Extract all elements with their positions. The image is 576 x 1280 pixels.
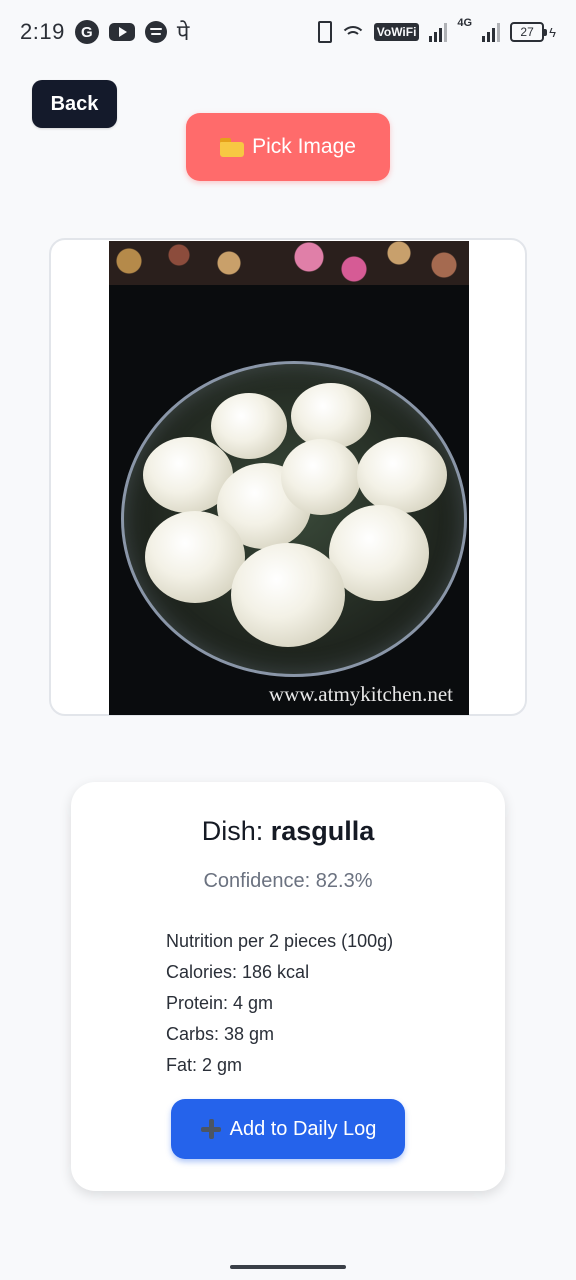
dish-prefix: Dish:: [201, 816, 271, 846]
status-bar: 2:19 G पे VoWiFi 4G 27 ϟ: [0, 0, 576, 64]
battery-tip: [544, 28, 548, 36]
status-time: 2:19: [20, 19, 65, 44]
vowifi-badge: VoWiFi: [373, 23, 420, 41]
add-to-daily-log-label: Add to Daily Log: [229, 1117, 377, 1140]
confidence-text: Confidence: 82.3%: [203, 870, 373, 892]
signal-icon-secondary: [482, 22, 501, 42]
photo-ball: [281, 439, 361, 515]
photo-ball: [291, 383, 371, 449]
battery-icon: 27 ϟ: [510, 22, 556, 42]
nutrition-carbs: Carbs: 38 gm: [166, 1024, 275, 1044]
status-left: 2:19 G पे: [20, 17, 189, 47]
pick-image-label: Pick Image: [252, 135, 356, 158]
youtube-icon: [108, 23, 135, 41]
photo-ball: [211, 393, 287, 459]
nutrition-fat: Fat: 2 gm: [166, 1055, 243, 1075]
back-button[interactable]: Back: [32, 80, 117, 128]
wifi-icon: [341, 24, 364, 40]
folder-icon: [220, 137, 245, 157]
pick-image-button[interactable]: Pick Image: [186, 113, 390, 181]
dish-line: Dish: rasgulla: [71, 816, 505, 847]
battery-level: 27: [510, 22, 545, 42]
status-right: VoWiFi 4G 27 ϟ: [317, 17, 556, 43]
photo-ball: [357, 437, 447, 513]
vibrate-icon: [317, 21, 332, 43]
nutrition-info: Nutrition per 2 pieces (100g) Calories: …: [166, 926, 393, 1081]
phonepe-icon: पे: [176, 21, 190, 46]
image-preview-frame: www.atmykitchen.net: [49, 238, 527, 716]
signal-icon: [429, 22, 448, 42]
spotify-icon: [144, 21, 167, 43]
photo-watermark: www.atmykitchen.net: [268, 682, 453, 706]
charging-icon: ϟ: [549, 24, 556, 40]
photo-ball: [145, 511, 245, 603]
dish-name: rasgulla: [270, 816, 375, 846]
result-card: Dish: rasgulla Confidence: 82.3% Nutriti…: [71, 782, 505, 1191]
nutrition-calories: Calories: 186 kcal: [166, 962, 310, 982]
nutrition-protein: Protein: 4 gm: [166, 993, 274, 1013]
home-indicator[interactable]: [230, 1265, 346, 1269]
photo-ball: [231, 543, 345, 647]
food-photo: www.atmykitchen.net: [109, 241, 469, 715]
nutrition-header: Nutrition per 2 pieces (100g): [166, 931, 394, 951]
google-icon: G: [74, 20, 99, 44]
add-to-daily-log-button[interactable]: Add to Daily Log: [171, 1099, 405, 1159]
plus-icon: [200, 1118, 222, 1140]
network-type: 4G: [457, 17, 473, 29]
photo-flowers: [109, 241, 469, 285]
